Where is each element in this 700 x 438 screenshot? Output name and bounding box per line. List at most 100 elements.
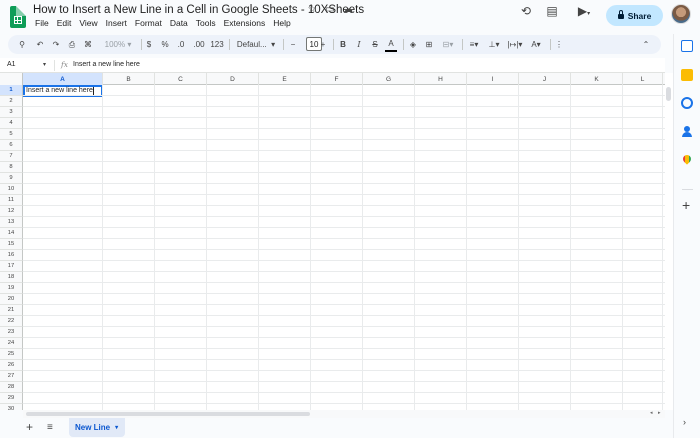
move-folder-icon[interactable]: ▭: [324, 4, 336, 15]
zoom-select[interactable]: 100% ▾: [100, 37, 136, 52]
vertical-scrollbar[interactable]: [665, 73, 673, 410]
number-format-button[interactable]: 123: [210, 37, 224, 52]
expand-panel-icon[interactable]: ›: [683, 417, 686, 427]
row-header-15[interactable]: 15: [0, 239, 23, 250]
column-header-i[interactable]: I: [467, 73, 519, 85]
column-header-g[interactable]: G: [363, 73, 415, 85]
all-sheets-icon[interactable]: ≡: [47, 422, 53, 433]
text-color-button[interactable]: A: [385, 37, 397, 52]
column-header-e[interactable]: E: [259, 73, 311, 85]
vertical-align-icon[interactable]: ⊥▾: [485, 37, 503, 52]
decrease-decimal-button[interactable]: .0: [174, 37, 188, 52]
maps-icon[interactable]: [681, 155, 693, 167]
row-header-9[interactable]: 9: [0, 173, 23, 184]
bold-button[interactable]: B: [337, 37, 349, 52]
spreadsheet-grid[interactable]: ABCDEFGHIJKL 1 2 3 4 5 6 7 8 9 10 11 12 13 14 15 16 17 18…: [0, 73, 665, 410]
select-all-corner[interactable]: [0, 73, 23, 85]
row-header-11[interactable]: 11: [0, 195, 23, 206]
menu-insert[interactable]: Insert: [102, 18, 131, 28]
menu-extensions[interactable]: Extensions: [220, 18, 270, 28]
sheets-logo-icon[interactable]: [10, 6, 26, 28]
column-header-d[interactable]: D: [207, 73, 259, 85]
row-header-12[interactable]: 12: [0, 206, 23, 217]
row-header-10[interactable]: 10: [0, 184, 23, 195]
comments-icon[interactable]: ▤: [545, 4, 559, 18]
redo-icon[interactable]: ↷: [50, 37, 62, 52]
row-header-28[interactable]: 28: [0, 382, 23, 393]
menu-edit[interactable]: Edit: [53, 18, 76, 28]
share-button[interactable]: Share: [606, 5, 663, 26]
menu-data[interactable]: Data: [166, 18, 192, 28]
column-header-c[interactable]: C: [155, 73, 207, 85]
row-header-25[interactable]: 25: [0, 349, 23, 360]
increase-font-size-button[interactable]: +: [317, 37, 329, 52]
name-box-dropdown-icon[interactable]: ▾: [43, 61, 46, 68]
row-header-30[interactable]: 30: [0, 404, 23, 410]
meet-icon[interactable]: ▶▾: [573, 4, 595, 21]
row-header-18[interactable]: 18: [0, 272, 23, 283]
version-history-icon[interactable]: ⟲: [519, 4, 533, 18]
tasks-icon[interactable]: [681, 97, 693, 109]
menu-tools[interactable]: Tools: [192, 18, 220, 28]
column-header-k[interactable]: K: [571, 73, 623, 85]
scroll-right-icon[interactable]: ▸: [658, 410, 661, 416]
sheet-tab-new-line[interactable]: New Line ▾: [69, 418, 125, 437]
row-header-16[interactable]: 16: [0, 250, 23, 261]
column-header-h[interactable]: H: [415, 73, 467, 85]
column-header-b[interactable]: B: [103, 73, 155, 85]
row-header-19[interactable]: 19: [0, 283, 23, 294]
print-icon[interactable]: ⎙: [66, 37, 78, 52]
formula-input[interactable]: Insert a new line here: [73, 61, 140, 68]
sheet-tab-menu-icon[interactable]: ▾: [115, 424, 118, 431]
add-sheet-icon[interactable]: +: [26, 420, 33, 434]
row-header-24[interactable]: 24: [0, 338, 23, 349]
row-header-29[interactable]: 29: [0, 393, 23, 404]
scroll-left-icon[interactable]: ◂: [650, 410, 653, 416]
row-header-6[interactable]: 6: [0, 140, 23, 151]
row-header-20[interactable]: 20: [0, 294, 23, 305]
menu-file[interactable]: File: [31, 18, 53, 28]
row-header-13[interactable]: 13: [0, 217, 23, 228]
column-header-f[interactable]: F: [311, 73, 363, 85]
borders-icon[interactable]: ⊞: [423, 37, 435, 52]
row-header-8[interactable]: 8: [0, 162, 23, 173]
row-header-17[interactable]: 17: [0, 261, 23, 272]
text-wrapping-icon[interactable]: |↦|▾: [505, 37, 525, 52]
more-options-icon[interactable]: ⋮: [553, 37, 565, 52]
account-avatar[interactable]: [671, 4, 691, 24]
row-header-7[interactable]: 7: [0, 151, 23, 162]
row-header-23[interactable]: 23: [0, 327, 23, 338]
name-box[interactable]: A1: [7, 61, 16, 68]
row-header-3[interactable]: 3: [0, 107, 23, 118]
row-header-27[interactable]: 27: [0, 371, 23, 382]
menu-view[interactable]: View: [75, 18, 101, 28]
row-header-1[interactable]: 1: [0, 85, 23, 96]
row-header-14[interactable]: 14: [0, 228, 23, 239]
strikethrough-button[interactable]: S: [369, 37, 381, 52]
menu-help[interactable]: Help: [269, 18, 294, 28]
fill-color-icon[interactable]: ◈: [407, 37, 419, 52]
row-header-5[interactable]: 5: [0, 129, 23, 140]
star-icon[interactable]: ☆: [306, 4, 318, 15]
horizontal-scroll-thumb[interactable]: [26, 412, 310, 416]
horizontal-align-icon[interactable]: ≡▾: [465, 37, 483, 52]
row-header-21[interactable]: 21: [0, 305, 23, 316]
get-addons-plus-icon[interactable]: +: [682, 198, 690, 212]
font-family-select[interactable]: Defaul... ▾: [233, 37, 279, 52]
decrease-font-size-button[interactable]: −: [287, 37, 299, 52]
increase-decimal-button[interactable]: .00: [192, 37, 206, 52]
row-header-26[interactable]: 26: [0, 360, 23, 371]
calendar-icon[interactable]: [681, 40, 693, 52]
column-header-j[interactable]: J: [519, 73, 571, 85]
row-header-22[interactable]: 22: [0, 316, 23, 327]
menu-format[interactable]: Format: [131, 18, 166, 28]
column-header-a[interactable]: A: [23, 73, 103, 85]
hide-menus-chevron-icon[interactable]: ⌃: [640, 37, 652, 52]
currency-format-button[interactable]: $: [144, 37, 154, 52]
percent-format-button[interactable]: %: [160, 37, 170, 52]
row-header-4[interactable]: 4: [0, 118, 23, 129]
cloud-status-icon[interactable]: ☁: [342, 4, 354, 15]
paint-format-icon[interactable]: ⌘: [82, 37, 94, 52]
merge-cells-icon[interactable]: ⊟▾: [439, 37, 457, 52]
vertical-scroll-thumb[interactable]: [666, 87, 671, 101]
